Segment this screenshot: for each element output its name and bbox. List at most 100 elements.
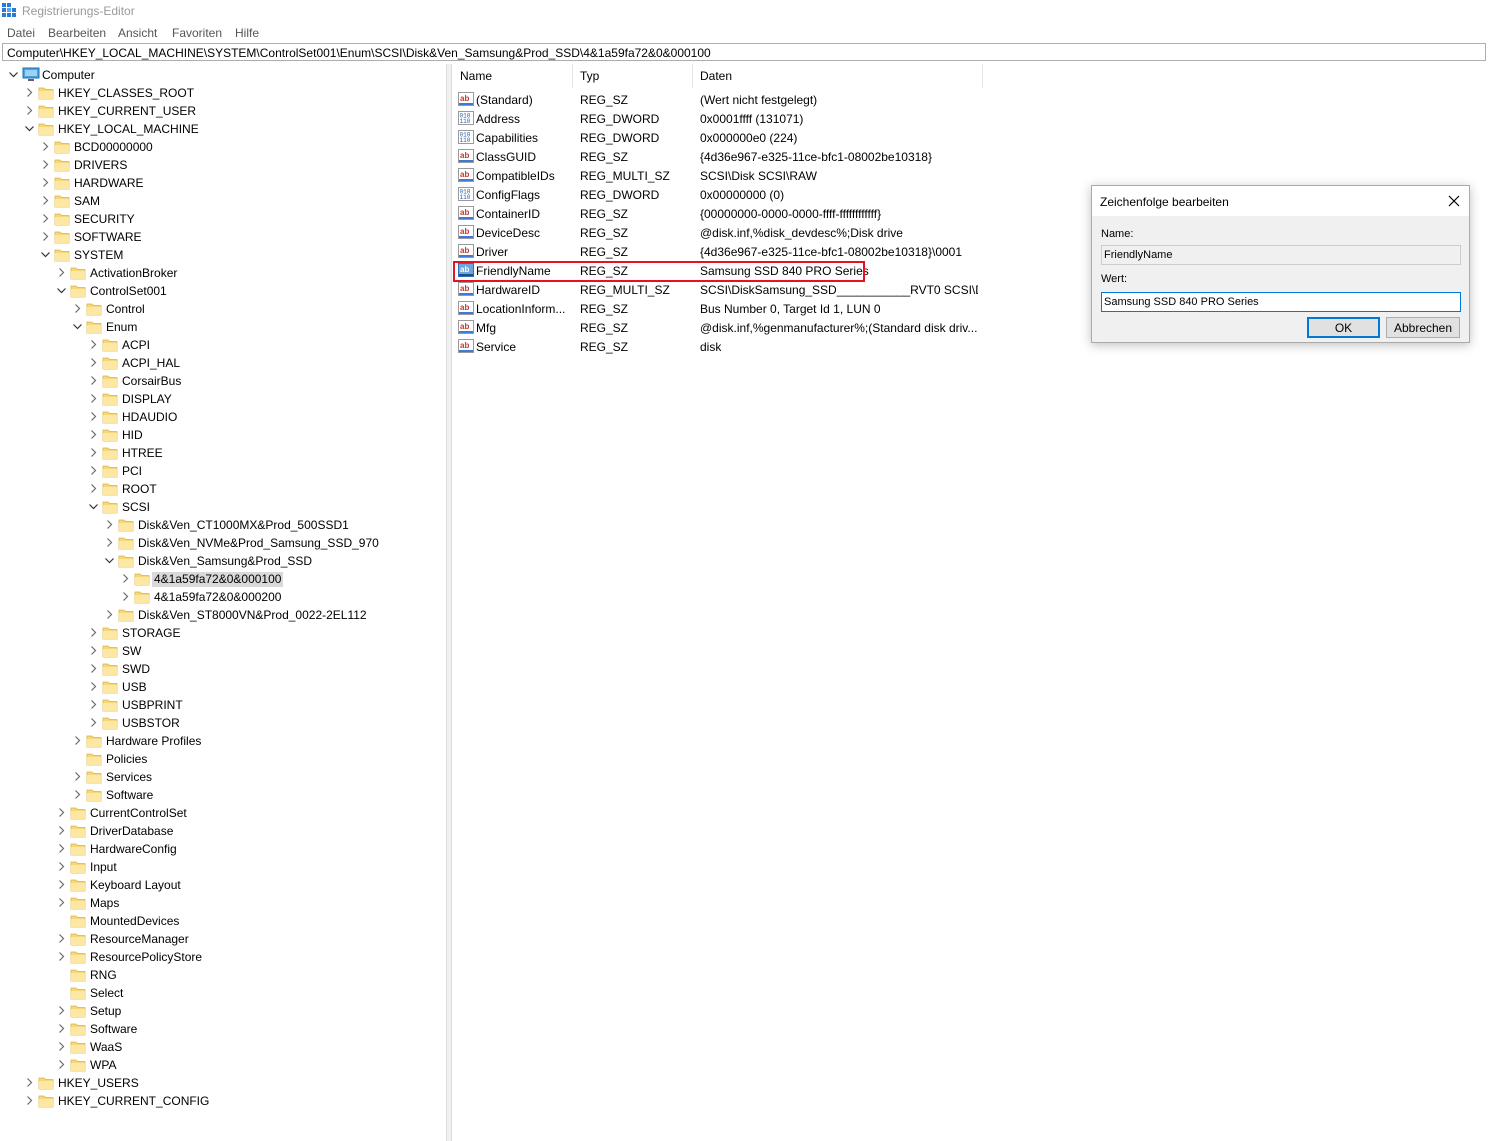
close-icon[interactable]	[1445, 192, 1463, 210]
value-row-capabilities[interactable]: 010 110 Capabilities REG_DWORD 0x000000e0 (2…	[453, 128, 993, 147]
value-row-classguid[interactable]: ab ClassGUID REG_SZ {4d36e967-e325-11ce-bfc…	[453, 147, 993, 166]
chevron-right-icon[interactable]	[56, 807, 67, 818]
tree-item-software[interactable]: Software	[0, 1020, 446, 1038]
tree-item-policies[interactable]: Policies	[0, 750, 446, 768]
chevron-right-icon[interactable]	[88, 699, 99, 710]
tree-item-resourcepolicystore[interactable]: ResourcePolicyStore	[0, 948, 446, 966]
chevron-right-icon[interactable]	[56, 825, 67, 836]
chevron-right-icon[interactable]	[72, 789, 83, 800]
tree-item-hkey-local-machine[interactable]: HKEY_LOCAL_MACHINE	[0, 120, 446, 138]
tree-item-hardware[interactable]: HARDWARE	[0, 174, 446, 192]
tree-item-usbprint[interactable]: USBPRINT	[0, 696, 446, 714]
tree-item-controlset001[interactable]: ControlSet001	[0, 282, 446, 300]
chevron-right-icon[interactable]	[88, 645, 99, 656]
chevron-right-icon[interactable]	[88, 429, 99, 440]
value-row-locationinform[interactable]: ab LocationInform... REG_SZ Bus Number 0, T…	[453, 299, 993, 318]
tree-item-security[interactable]: SECURITY	[0, 210, 446, 228]
tree-item-setup[interactable]: Setup	[0, 1002, 446, 1020]
chevron-down-icon[interactable]	[40, 249, 51, 260]
tree-item-sam[interactable]: SAM	[0, 192, 446, 210]
chevron-right-icon[interactable]	[88, 357, 99, 368]
chevron-right-icon[interactable]	[24, 105, 35, 116]
menu-datei[interactable]: Datei	[7, 26, 35, 40]
value-row-hardwareid[interactable]: ab HardwareID REG_MULTI_SZ SCSI\DiskSamsung…	[453, 280, 993, 299]
tree-item-usb[interactable]: USB	[0, 678, 446, 696]
tree-item-waas[interactable]: WaaS	[0, 1038, 446, 1056]
value-row-driver[interactable]: ab Driver REG_SZ {4d36e967-e325-11ce-bfc1-0…	[453, 242, 993, 261]
tree-item-hkey-current-config[interactable]: HKEY_CURRENT_CONFIG	[0, 1092, 446, 1110]
value-row-mfg[interactable]: ab Mfg REG_SZ @disk.inf,%genmanufacturer%;(…	[453, 318, 993, 337]
chevron-right-icon[interactable]	[56, 1041, 67, 1052]
chevron-right-icon[interactable]	[56, 879, 67, 890]
chevron-right-icon[interactable]	[56, 843, 67, 854]
tree-item-hkey-current-user[interactable]: HKEY_CURRENT_USER	[0, 102, 446, 120]
tree-item-disk-ven-nvme-prod-samsung-ssd-970[interactable]: Disk&Ven_NVMe&Prod_Samsung_SSD_970	[0, 534, 446, 552]
pane-splitter[interactable]	[446, 64, 452, 1141]
tree-item-scsi[interactable]: SCSI	[0, 498, 446, 516]
chevron-right-icon[interactable]	[120, 591, 131, 602]
menu-favoriten[interactable]: Favoriten	[172, 26, 222, 40]
tree-item-wpa[interactable]: WPA	[0, 1056, 446, 1074]
chevron-right-icon[interactable]	[120, 573, 131, 584]
chevron-right-icon[interactable]	[40, 213, 51, 224]
chevron-down-icon[interactable]	[104, 555, 115, 566]
chevron-right-icon[interactable]	[88, 465, 99, 476]
ok-button[interactable]: OK	[1307, 317, 1380, 338]
tree-item-software[interactable]: SOFTWARE	[0, 228, 446, 246]
chevron-right-icon[interactable]	[88, 447, 99, 458]
value-row-service[interactable]: ab Service REG_SZ disk	[453, 337, 993, 356]
chevron-right-icon[interactable]	[88, 393, 99, 404]
chevron-right-icon[interactable]	[88, 339, 99, 350]
tree-item-input[interactable]: Input	[0, 858, 446, 876]
value-row-standard[interactable]: ab (Standard) REG_SZ (Wert nicht festgelegt…	[453, 90, 993, 109]
tree-item-enum[interactable]: Enum	[0, 318, 446, 336]
tree-item-4-1a59fa72-0-000200[interactable]: 4&1a59fa72&0&000200	[0, 588, 446, 606]
chevron-right-icon[interactable]	[104, 519, 115, 530]
tree-item-disk-ven-samsung-prod-ssd[interactable]: Disk&Ven_Samsung&Prod_SSD	[0, 552, 446, 570]
tree-item-hkey-classes-root[interactable]: HKEY_CLASSES_ROOT	[0, 84, 446, 102]
chevron-down-icon[interactable]	[56, 285, 67, 296]
address-bar[interactable]: Computer\HKEY_LOCAL_MACHINE\SYSTEM\Contr…	[2, 43, 1486, 61]
tree-item-usbstor[interactable]: USBSTOR	[0, 714, 446, 732]
tree-item-display[interactable]: DISPLAY	[0, 390, 446, 408]
tree-item-drivers[interactable]: DRIVERS	[0, 156, 446, 174]
tree-item-hdaudio[interactable]: HDAUDIO	[0, 408, 446, 426]
tree-item-software[interactable]: Software	[0, 786, 446, 804]
chevron-right-icon[interactable]	[56, 933, 67, 944]
chevron-down-icon[interactable]	[24, 123, 35, 134]
chevron-down-icon[interactable]	[88, 501, 99, 512]
tree-item-activationbroker[interactable]: ActivationBroker	[0, 264, 446, 282]
tree-item-acpi-hal[interactable]: ACPI_HAL	[0, 354, 446, 372]
tree-item-bcd00000000[interactable]: BCD00000000	[0, 138, 446, 156]
column-header-type[interactable]: Typ	[573, 64, 693, 88]
tree-item-4-1a59fa72-0-000100[interactable]: 4&1a59fa72&0&000100	[0, 570, 446, 588]
tree-item-htree[interactable]: HTREE	[0, 444, 446, 462]
tree-item-keyboard-layout[interactable]: Keyboard Layout	[0, 876, 446, 894]
chevron-right-icon[interactable]	[24, 1095, 35, 1106]
tree-item-pci[interactable]: PCI	[0, 462, 446, 480]
chevron-right-icon[interactable]	[56, 267, 67, 278]
tree-item-select[interactable]: Select	[0, 984, 446, 1002]
tree-item-control[interactable]: Control	[0, 300, 446, 318]
value-row-configflags[interactable]: 010 110 ConfigFlags REG_DWORD 0x00000000 (0)	[453, 185, 993, 204]
menu-hilfe[interactable]: Hilfe	[235, 26, 259, 40]
value-field[interactable]	[1101, 292, 1461, 312]
tree-item-maps[interactable]: Maps	[0, 894, 446, 912]
chevron-right-icon[interactable]	[88, 411, 99, 422]
chevron-right-icon[interactable]	[56, 951, 67, 962]
chevron-right-icon[interactable]	[88, 717, 99, 728]
chevron-right-icon[interactable]	[88, 627, 99, 638]
chevron-right-icon[interactable]	[56, 1005, 67, 1016]
cancel-button[interactable]: Abbrechen	[1386, 317, 1460, 338]
chevron-right-icon[interactable]	[104, 609, 115, 620]
chevron-down-icon[interactable]	[72, 321, 83, 332]
tree-item-driverdatabase[interactable]: DriverDatabase	[0, 822, 446, 840]
chevron-right-icon[interactable]	[88, 663, 99, 674]
tree-item-swd[interactable]: SWD	[0, 660, 446, 678]
chevron-right-icon[interactable]	[88, 483, 99, 494]
value-row-compatibleids[interactable]: ab CompatibleIDs REG_MULTI_SZ SCSI\Disk SCS…	[453, 166, 993, 185]
registry-tree[interactable]: Computer HKEY_CLASSES_ROOT HKEY_CURRENT_US…	[0, 64, 446, 1141]
tree-item-hardwareconfig[interactable]: HardwareConfig	[0, 840, 446, 858]
tree-item-storage[interactable]: STORAGE	[0, 624, 446, 642]
column-header-name[interactable]: Name	[453, 64, 573, 88]
